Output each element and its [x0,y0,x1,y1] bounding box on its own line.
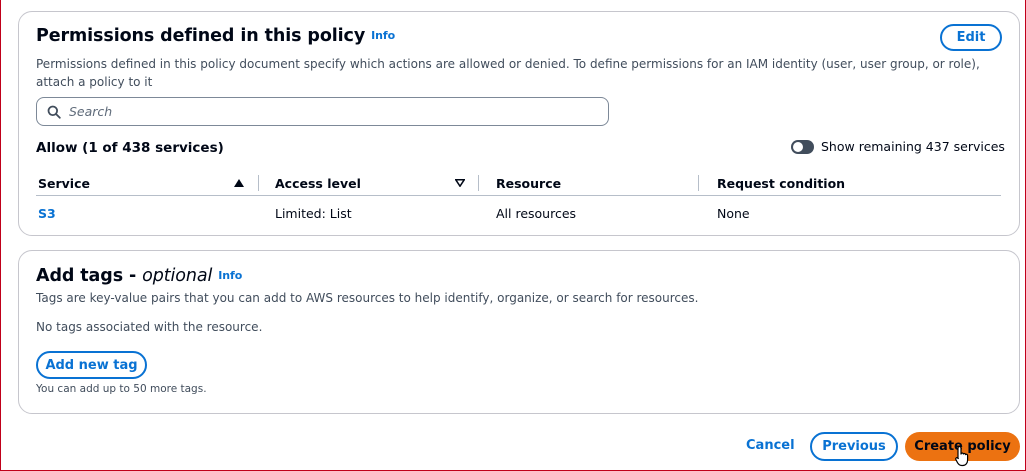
hand-cursor-icon [955,445,969,467]
search-icon [47,105,61,119]
table-row: S3 Limited: List All resources None [36,198,1001,228]
tag-limit-text: You can add up to 50 more tags. [36,383,207,395]
sort-ascending-icon[interactable] [234,179,244,187]
add-tags-heading: Add tags - optional Info [36,266,242,286]
search-input[interactable]: Search [36,97,609,126]
permissions-info-link[interactable]: Info [371,29,395,42]
permissions-panel: Permissions defined in this policy Info E… [18,11,1020,236]
cancel-button[interactable]: Cancel [746,438,795,453]
show-remaining-toggle[interactable] [791,139,814,154]
access-level-cell: Limited: List [275,205,352,221]
column-divider[interactable] [478,175,479,191]
column-divider[interactable] [698,175,699,191]
permissions-description: Permissions defined in this policy docum… [36,57,980,89]
service-link-s3[interactable]: S3 [38,198,56,228]
permissions-title: Permissions defined in this policy [36,26,366,46]
show-remaining-label: Show remaining 437 services [821,139,1005,154]
add-tags-panel: Add tags - optional Info Tags are key-val… [18,250,1020,414]
edit-button[interactable]: Edit [940,24,1002,51]
tags-info-link[interactable]: Info [218,269,242,282]
add-tags-title: Add tags - [36,266,143,286]
request-condition-cell: None [717,205,750,221]
search-placeholder: Search [69,104,113,119]
tags-description: Tags are key-value pairs that you can ad… [36,291,699,305]
column-header-access-level[interactable]: Access level [275,170,361,196]
column-header-request-condition[interactable]: Request condition [717,170,845,196]
optional-label: optional [142,266,213,286]
table-header: Service Access level Resource Request co… [36,170,1001,196]
previous-button[interactable]: Previous [810,432,898,461]
resource-cell: All resources [496,205,577,221]
show-remaining-toggle-group: Show remaining 437 services [791,139,1005,154]
column-header-resource[interactable]: Resource [496,170,561,196]
permissions-heading: Permissions defined in this policy Info [36,26,395,46]
add-new-tag-button[interactable]: Add new tag [36,351,147,379]
no-tags-text: No tags associated with the resource. [36,320,263,334]
sort-descending-icon[interactable] [455,179,465,187]
allow-heading: Allow (1 of 438 services) [36,140,224,156]
column-divider[interactable] [258,175,259,191]
column-header-service[interactable]: Service [38,170,90,196]
